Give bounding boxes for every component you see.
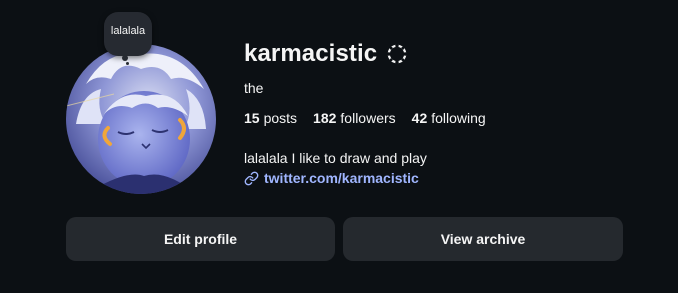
- username: karmacistic: [244, 40, 378, 67]
- avatar[interactable]: [66, 44, 216, 194]
- link-text[interactable]: twitter.com/karmacistic: [264, 170, 419, 186]
- followers-count: 182: [313, 110, 337, 126]
- following-label: following: [431, 110, 486, 126]
- threads-icon[interactable]: [385, 42, 409, 66]
- edit-profile-label: Edit profile: [163, 231, 238, 247]
- note-bubble-tail: [122, 55, 128, 61]
- view-archive-button[interactable]: View archive: [343, 217, 623, 261]
- following-count: 42: [411, 110, 428, 126]
- stat-following[interactable]: 42 following: [412, 110, 486, 126]
- note-bubble-tail-small: [126, 62, 129, 65]
- username-row: karmacistic: [244, 40, 409, 68]
- external-link[interactable]: twitter.com/karmacistic: [244, 170, 419, 186]
- edit-profile-button[interactable]: Edit profile: [66, 217, 335, 261]
- followers-label: followers: [340, 110, 396, 126]
- link-icon: [244, 171, 259, 186]
- view-archive-label: View archive: [440, 231, 526, 247]
- posts-count: 15: [244, 110, 260, 126]
- stat-followers[interactable]: 182 followers: [313, 110, 396, 126]
- bio-text: lalalala I like to draw and play: [244, 150, 427, 166]
- stat-posts: 15 posts: [244, 110, 297, 126]
- avatar-illustration: [66, 44, 216, 194]
- full-name: the: [244, 80, 264, 96]
- profile-header: lalalala karmacistic the 15 posts 182 fo…: [0, 0, 678, 293]
- note-text: lalalala: [110, 25, 146, 37]
- posts-label: posts: [263, 110, 298, 126]
- note-bubble[interactable]: lalalala: [104, 12, 152, 56]
- profile-stats: 15 posts 182 followers 42 following: [244, 110, 486, 126]
